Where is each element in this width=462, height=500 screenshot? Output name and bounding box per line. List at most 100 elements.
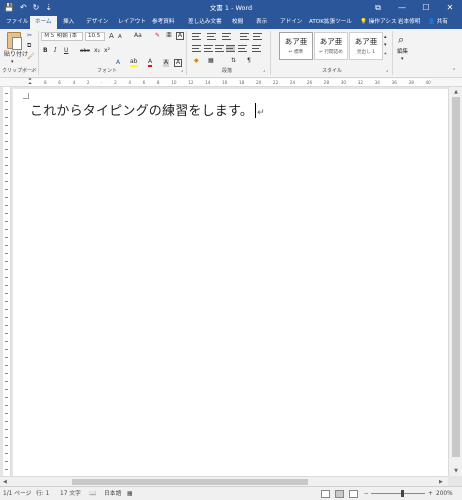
print-layout-icon[interactable] — [335, 490, 344, 498]
styles-launcher-icon[interactable]: ⌟ — [386, 67, 388, 75]
align-left-icon[interactable] — [192, 45, 201, 52]
borders-icon[interactable]: ▦ — [208, 57, 214, 65]
ruler-tick — [5, 157, 8, 158]
phonetic-guide-icon[interactable]: 亜 — [166, 32, 172, 40]
horizontal-scroll-thumb[interactable] — [72, 479, 308, 485]
ruler-tick — [5, 93, 8, 94]
macro-record-icon[interactable]: ▦ — [127, 487, 132, 500]
grow-font-icon[interactable]: A — [109, 32, 114, 40]
justify-icon[interactable] — [226, 45, 235, 52]
bold-button[interactable]: B — [43, 47, 48, 55]
language[interactable]: 日本語 — [104, 487, 121, 500]
char-shading-icon[interactable]: A — [163, 59, 170, 67]
vertical-scroll-thumb[interactable] — [452, 97, 460, 457]
style-sample: あア亜 — [284, 37, 308, 46]
user-account[interactable]: 岩本修明 — [398, 16, 420, 29]
font-group-label: フォント — [97, 68, 118, 74]
line-number[interactable]: 行: 1 — [36, 487, 49, 500]
share-button[interactable]: 👤 共有 — [428, 16, 448, 29]
font-launcher-icon[interactable]: ⌟ — [181, 67, 183, 75]
enclosed-char-icon[interactable]: A — [176, 32, 185, 40]
read-mode-icon[interactable] — [321, 490, 330, 498]
font-size-combo[interactable]: 10.5 — [85, 32, 105, 41]
text-effects-icon[interactable]: A — [116, 59, 120, 67]
save-icon[interactable]: 💾 — [4, 2, 14, 14]
tell-me-search[interactable]: 💡 操作アシス — [360, 16, 397, 29]
vertical-scrollbar[interactable]: ▲ ▼ — [448, 87, 462, 476]
tab-mailings[interactable]: 差し込み文書 — [188, 16, 222, 29]
styles-scroll-up-icon[interactable]: ▴ — [384, 33, 387, 41]
highlight-icon[interactable]: ab — [130, 59, 138, 67]
style-no-spacing[interactable]: あア亜 ↵ 行間詰め — [314, 32, 348, 60]
zoom-level[interactable]: 200% — [436, 487, 453, 500]
style-normal[interactable]: あア亜 ↵ 標準 — [279, 32, 313, 60]
style-name: ↵ 標準 — [288, 50, 304, 55]
tab-view[interactable]: 表示 — [256, 16, 267, 29]
document-body-text[interactable]: これからタイピングの練習をします。 ↵ — [30, 100, 265, 119]
ribbon-display-options-icon[interactable]: ⧉ — [366, 0, 390, 16]
zoom-in-button[interactable]: + — [428, 487, 433, 500]
cut-icon[interactable]: ✂ — [27, 32, 32, 40]
clear-formatting-icon[interactable]: ✎ — [155, 32, 160, 40]
char-border-icon[interactable]: A — [174, 59, 183, 67]
proofing-icon[interactable]: 📖 — [89, 487, 96, 500]
collapse-ribbon-icon[interactable]: ⌃ — [452, 67, 456, 75]
subscript-button[interactable]: x₂ — [94, 47, 100, 55]
increase-indent-icon[interactable] — [253, 33, 262, 40]
show-marks-icon[interactable]: ¶ — [247, 57, 251, 65]
sort-icon[interactable]: ⇅ — [231, 57, 236, 65]
change-case-icon[interactable]: Aa — [134, 32, 142, 40]
distributed-icon[interactable] — [238, 45, 247, 52]
shading-icon[interactable]: ◆ — [194, 57, 199, 65]
underline-button[interactable]: U — [64, 47, 68, 55]
horizontal-ruler[interactable]: 8 6 4 2 · 2 4 6 8 10 12 14 16 18 20 22 24 26 28 30 32 34 36 38 4… — [0, 78, 462, 87]
tab-layout[interactable]: レイアウト — [118, 16, 146, 29]
tab-design[interactable]: デザイン — [86, 16, 108, 29]
horizontal-scrollbar[interactable]: ◀ ▶ — [0, 476, 448, 486]
word-count[interactable]: 17 文字 — [60, 487, 81, 500]
vertical-ruler[interactable] — [3, 87, 11, 476]
zoom-out-button[interactable]: − — [364, 487, 369, 500]
align-right-icon[interactable] — [215, 45, 224, 52]
scroll-down-arrow-icon[interactable]: ▼ — [449, 467, 462, 475]
customize-qat-icon[interactable]: ⇣ — [45, 2, 52, 14]
tab-review[interactable]: 校閲 — [232, 16, 243, 29]
zoom-slider-thumb[interactable] — [401, 490, 404, 497]
superscript-button[interactable]: x² — [104, 47, 110, 55]
italic-button[interactable]: I — [54, 47, 56, 55]
styles-more-icon[interactable]: ⩡ — [384, 50, 387, 58]
redo-icon[interactable]: ↻ — [33, 2, 40, 14]
multilevel-list-icon[interactable] — [222, 33, 231, 40]
clipboard-launcher-icon[interactable]: ⌟ — [31, 67, 33, 75]
web-layout-icon[interactable] — [349, 490, 358, 498]
scroll-up-arrow-icon[interactable]: ▲ — [449, 88, 462, 96]
tab-home[interactable]: ホーム — [30, 16, 57, 29]
line-spacing-icon[interactable] — [252, 45, 261, 52]
paragraph-launcher-icon[interactable]: ⌟ — [263, 67, 265, 75]
strikethrough-button[interactable]: abc — [80, 47, 90, 55]
copy-icon[interactable]: ⧉ — [27, 42, 31, 50]
shrink-font-icon[interactable]: A — [118, 33, 122, 41]
style-heading-1[interactable]: あア亜 見出し 1 — [349, 32, 383, 60]
font-name-combo[interactable]: ＭＳ 明朝 (本 — [41, 32, 83, 41]
align-center-icon[interactable] — [204, 45, 213, 52]
minimize-icon[interactable]: — — [390, 0, 414, 16]
undo-icon[interactable]: ↶ — [20, 2, 27, 14]
decrease-indent-icon[interactable] — [240, 33, 249, 40]
font-color-icon[interactable]: A — [148, 59, 153, 67]
numbering-icon[interactable] — [207, 33, 216, 40]
tab-insert[interactable]: 挿入 — [63, 16, 74, 29]
paragraph-group-label: 段落 — [222, 68, 233, 74]
zoom-slider[interactable] — [371, 493, 425, 494]
tab-file[interactable]: ファイル — [6, 16, 28, 29]
tab-references[interactable]: 参考資料 — [152, 16, 174, 29]
format-painter-icon[interactable]: 🖌 — [27, 53, 35, 61]
tab-addins[interactable]: アドイン — [280, 16, 302, 29]
styles-scroll-down-icon[interactable]: ▾ — [384, 41, 387, 49]
close-icon[interactable]: ✕ — [438, 0, 462, 16]
document-page[interactable]: これからタイピングの練習をします。 ↵ — [13, 89, 448, 476]
page-count[interactable]: 1/1 ページ — [3, 487, 31, 500]
maximize-icon[interactable]: ☐ — [414, 0, 438, 16]
bullets-icon[interactable] — [192, 33, 201, 40]
tab-atok[interactable]: ATOK拡張ツール — [309, 16, 352, 29]
